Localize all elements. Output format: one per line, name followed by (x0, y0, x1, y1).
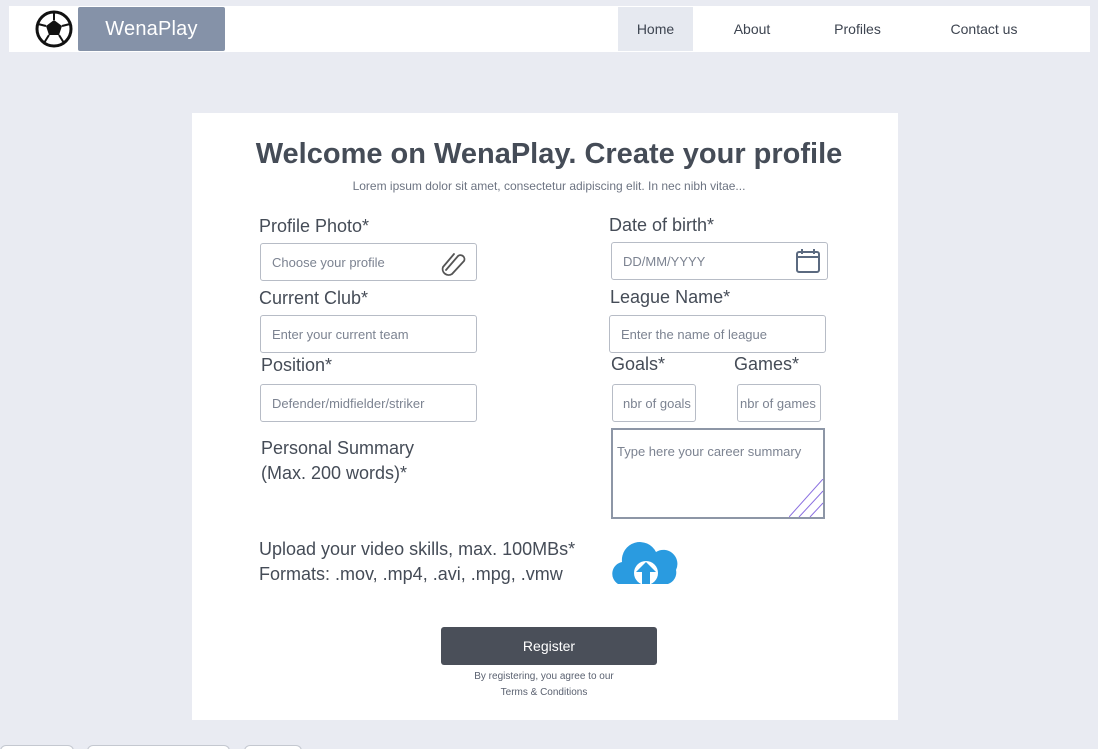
goals-label: Goals* (611, 354, 666, 374)
bottom-tab-3[interactable] (244, 745, 302, 749)
dob-placeholder: DD/MM/YYYY (623, 253, 706, 269)
page-title: Welcome on WenaPlay. Create your profile (255, 138, 843, 170)
profile-photo-input[interactable]: Choose your profile (260, 243, 477, 281)
terms-link[interactable]: Terms & Conditions (501, 687, 588, 698)
upload-line2: Formats: .mov, .mp4, .avi, .mpg, .vmw (259, 564, 563, 584)
terms-text: By registering, you agree to our (474, 671, 614, 682)
bottom-tab-1[interactable] (0, 745, 74, 749)
register-button[interactable]: Register (441, 627, 657, 665)
calendar-icon[interactable] (795, 248, 821, 274)
upload-line1: Upload your video skills, max. 100MBs* (259, 539, 576, 559)
league-name-placeholder: Enter the name of league (621, 326, 767, 342)
position-label: Position* (261, 355, 333, 375)
position-placeholder: Defender/midfielder/striker (272, 395, 425, 411)
goals-placeholder: nbr of goals (623, 395, 691, 411)
terms-row: Terms & Conditions (0, 687, 1088, 698)
nav-about[interactable]: About (715, 7, 789, 51)
nav-profiles[interactable]: Profiles (820, 7, 895, 51)
summary-textarea[interactable]: Type here your career summary (611, 428, 825, 519)
league-name-input[interactable]: Enter the name of league (609, 315, 826, 353)
goals-input[interactable]: nbr of goals (612, 384, 696, 422)
bottom-tab-2[interactable] (87, 745, 230, 749)
paperclip-icon[interactable] (440, 250, 468, 276)
nav-home[interactable]: Home (618, 7, 693, 51)
league-name-label: League Name* (610, 287, 731, 307)
summary-label-line1: Personal Summary (261, 438, 415, 458)
upload-instructions: Upload your video skills, max. 100MBs* F… (259, 537, 575, 587)
resize-handle-icon[interactable] (789, 479, 823, 517)
games-placeholder: nbr of games (740, 395, 816, 411)
soccer-ball-icon[interactable] (34, 10, 74, 48)
current-club-placeholder: Enter your current team (272, 326, 409, 342)
games-input[interactable]: nbr of games (737, 384, 821, 422)
profile-photo-placeholder: Choose your profile (272, 254, 385, 270)
position-input[interactable]: Defender/midfielder/striker (260, 384, 477, 422)
current-club-label: Current Club* (259, 288, 369, 308)
summary-label-line2: (Max. 200 words)* (261, 463, 408, 483)
current-club-input[interactable]: Enter your current team (260, 315, 477, 353)
brand-logo[interactable]: WenaPlay (78, 7, 225, 51)
dob-label: Date of birth* (609, 215, 715, 235)
games-label: Games* (734, 354, 800, 374)
summary-placeholder: Type here your career summary (617, 444, 802, 459)
nav-contact[interactable]: Contact us (940, 7, 1028, 51)
profile-photo-label: Profile Photo* (259, 216, 370, 236)
page-subtitle: Lorem ipsum dolor sit amet, consectetur … (352, 179, 746, 193)
cloud-upload-icon[interactable] (610, 538, 680, 586)
dob-input[interactable]: DD/MM/YYYY (611, 242, 828, 280)
